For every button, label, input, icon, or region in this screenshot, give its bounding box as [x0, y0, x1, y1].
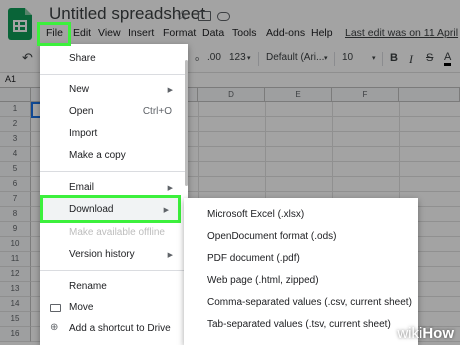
- submenu-arrow-icon: ▶: [167, 87, 173, 94]
- submenu-arrow-icon: ▶: [163, 207, 169, 214]
- drive-shortcut-icon: ⊕: [50, 322, 59, 333]
- file-menu-move[interactable]: Move: [69, 302, 93, 313]
- download-xlsx[interactable]: Microsoft Excel (.xlsx): [207, 209, 304, 220]
- menu-divider: [40, 270, 188, 271]
- file-menu-open[interactable]: Open: [69, 106, 93, 117]
- submenu-arrow-icon: ▶: [167, 185, 173, 192]
- file-menu-make-a-copy[interactable]: Make a copy: [69, 150, 126, 161]
- file-menu-version-history[interactable]: Version history: [69, 249, 135, 260]
- file-menu-make-available-offline: Make available offline: [69, 227, 165, 238]
- download-pdf[interactable]: PDF document (.pdf): [207, 253, 300, 264]
- file-menu-share[interactable]: Share: [69, 53, 96, 64]
- watermark-suffix: How: [422, 325, 454, 342]
- download-html[interactable]: Web page (.html, zipped): [207, 275, 319, 286]
- file-menu-add-shortcut-to-drive[interactable]: Add a shortcut to Drive: [69, 323, 171, 334]
- file-menu-scrollbar[interactable]: [185, 60, 188, 186]
- menu-divider: [40, 74, 188, 75]
- watermark-prefix: wiki: [397, 325, 423, 342]
- download-label: Download: [69, 204, 114, 215]
- file-menu-email[interactable]: Email: [69, 182, 94, 193]
- download-ods[interactable]: OpenDocument format (.ods): [207, 231, 337, 242]
- download-csv[interactable]: Comma-separated values (.csv, current sh…: [207, 297, 412, 308]
- download-tsv[interactable]: Tab-separated values (.tsv, current shee…: [207, 319, 391, 330]
- open-shortcut: Ctrl+O: [142, 106, 172, 117]
- wikihow-watermark: wikiHow: [397, 325, 454, 342]
- move-folder-icon: [50, 304, 61, 312]
- submenu-arrow-icon: ▶: [167, 252, 173, 259]
- download-submenu: Microsoft Excel (.xlsx) OpenDocument for…: [184, 198, 418, 345]
- file-menu-import[interactable]: Import: [69, 128, 97, 139]
- file-menu-download[interactable]: Download ▶: [40, 195, 181, 223]
- file-menu-new[interactable]: New: [69, 84, 89, 95]
- file-menu-rename[interactable]: Rename: [69, 281, 107, 292]
- menu-divider: [40, 171, 188, 172]
- file-menu-highlight: [37, 22, 71, 46]
